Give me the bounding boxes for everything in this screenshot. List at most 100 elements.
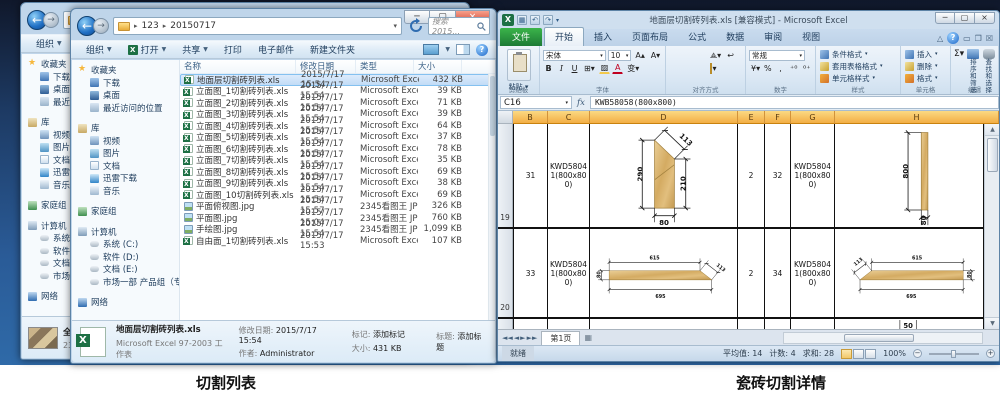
- minimize-ribbon-icon[interactable]: ▭: [963, 34, 971, 43]
- cells-button[interactable]: 删除 ▾: [903, 60, 948, 72]
- help-icon[interactable]: ?: [476, 44, 488, 56]
- preview-pane-icon[interactable]: [456, 44, 470, 55]
- orientation-icon[interactable]: ⟁▾: [708, 50, 723, 61]
- prev-sheet-button[interactable]: ◄: [514, 334, 519, 342]
- next-sheet-button[interactable]: ►: [520, 334, 525, 342]
- cell-b20[interactable]: 33: [513, 229, 548, 317]
- row-header[interactable]: 19: [498, 124, 513, 227]
- cell-d21[interactable]: [590, 319, 738, 329]
- bold-button[interactable]: B: [543, 63, 554, 74]
- scrollbar-thumb[interactable]: [987, 138, 998, 172]
- sidebar-item[interactable]: 视频: [76, 135, 179, 148]
- last-sheet-button[interactable]: ►►: [527, 334, 538, 342]
- cell-g21[interactable]: [791, 319, 835, 329]
- close-button[interactable]: ×: [975, 12, 995, 24]
- row-header[interactable]: 20: [498, 229, 513, 317]
- address-bar[interactable]: ▸ 123 ▸ 20150717 ▾: [113, 17, 402, 35]
- column-header[interactable]: B: [513, 111, 548, 124]
- cell-e21[interactable]: [738, 319, 765, 329]
- toolbar-button[interactable]: X 打印 ▼: [217, 41, 249, 58]
- scroll-down-arrow[interactable]: ▼: [985, 317, 999, 329]
- column-header[interactable]: D: [590, 111, 738, 124]
- column-header[interactable]: C: [548, 111, 590, 124]
- style-button[interactable]: 套用表格格式 ▾: [818, 60, 898, 72]
- forward-button[interactable]: →: [43, 12, 59, 28]
- zoom-in-button[interactable]: +: [986, 349, 995, 358]
- column-header-size[interactable]: 大小: [414, 60, 462, 73]
- excel-logo-icon[interactable]: X: [502, 14, 514, 26]
- increase-decimal-icon[interactable]: ⁺⁰: [788, 63, 799, 74]
- cell-g20[interactable]: KWD58041(800x800): [791, 229, 835, 317]
- style-button[interactable]: 条件格式 ▾: [818, 48, 898, 60]
- first-sheet-button[interactable]: ◄◄: [502, 334, 513, 342]
- ribbon-tab[interactable]: 审阅: [754, 28, 792, 46]
- column-header-name[interactable]: 名称: [180, 60, 296, 73]
- merge-center-icon[interactable]: ▾: [708, 63, 719, 74]
- align-middle-icon[interactable]: [682, 50, 693, 61]
- name-box[interactable]: C16▾: [500, 96, 572, 109]
- shrink-font-button[interactable]: A▾: [649, 50, 662, 61]
- save-icon[interactable]: ▦: [517, 15, 527, 25]
- decrease-decimal-icon[interactable]: ⁰⁺: [801, 63, 812, 74]
- file-list-scrollbar[interactable]: [488, 74, 495, 320]
- align-center-icon[interactable]: [682, 63, 693, 74]
- column-header[interactable]: F: [765, 111, 791, 124]
- border-button[interactable]: ⊞▾: [582, 63, 597, 74]
- breadcrumb-segment[interactable]: 20150717: [170, 21, 216, 31]
- desktop-icon[interactable]: [500, 0, 520, 8]
- cell-c19[interactable]: KWD58041(800x800): [548, 124, 590, 227]
- sidebar-item[interactable]: 迅雷下载: [76, 172, 179, 185]
- comma-icon[interactable]: ,: [775, 63, 786, 74]
- desktop-icon[interactable]: [2, 4, 22, 20]
- sidebar-item[interactable]: 软件 (D:): [76, 251, 179, 264]
- search-input[interactable]: 搜索 2015...: [428, 17, 490, 35]
- row-header[interactable]: [498, 319, 513, 329]
- phonetic-button[interactable]: 变▾: [625, 63, 641, 74]
- toolbar-button[interactable]: X 电子邮件 ▼: [251, 41, 301, 58]
- zoom-slider-knob[interactable]: [951, 350, 956, 358]
- insert-sheet-button[interactable]: ▦: [584, 333, 592, 342]
- fill-color-button[interactable]: ▨: [599, 63, 611, 74]
- align-right-icon[interactable]: [695, 63, 706, 74]
- ribbon-tab[interactable]: 视图: [792, 28, 830, 46]
- sidebar-item[interactable]: 系统 (C:): [76, 238, 179, 251]
- redo-icon[interactable]: ↷: [543, 15, 553, 25]
- address-dropdown-caret[interactable]: ▾: [393, 22, 397, 30]
- cell-f21[interactable]: [765, 319, 791, 329]
- ribbon-tab[interactable]: 数据: [716, 28, 754, 46]
- cell-h21-diagram[interactable]: 50: [835, 319, 984, 329]
- cell-f19[interactable]: 32: [765, 124, 791, 227]
- cell-e19[interactable]: 2: [738, 124, 765, 227]
- sheet-tab[interactable]: 第1页: [541, 331, 580, 345]
- sidebar-item[interactable]: 库: [76, 122, 179, 135]
- column-header[interactable]: H: [835, 111, 999, 124]
- maximize-button[interactable]: ▢: [955, 12, 975, 24]
- sidebar-item[interactable]: 最近访问的位置: [76, 102, 179, 115]
- cell-f20[interactable]: 34: [765, 229, 791, 317]
- sidebar-item[interactable]: 计算机: [76, 226, 179, 239]
- ribbon-tab[interactable]: 页面布局: [622, 28, 678, 46]
- minimize-button[interactable]: ─: [935, 12, 955, 24]
- ribbon-tab[interactable]: 文件: [500, 28, 542, 46]
- ribbon-tab[interactable]: 开始: [544, 27, 584, 46]
- italic-button[interactable]: I: [556, 63, 567, 74]
- qat-dropdown-caret[interactable]: ▾: [556, 17, 559, 24]
- page-break-view-icon[interactable]: [865, 349, 876, 359]
- cell-c20[interactable]: KWD58041(800x800): [548, 229, 590, 317]
- sidebar-item[interactable]: 图片: [76, 147, 179, 160]
- undo-icon[interactable]: ↶: [530, 15, 540, 25]
- column-header-type[interactable]: 类型: [356, 60, 414, 73]
- horizontal-scrollbar[interactable]: [783, 332, 983, 344]
- breadcrumb-segment[interactable]: 123: [142, 21, 159, 31]
- percent-icon[interactable]: %: [762, 63, 773, 74]
- details-tags[interactable]: 添加标记: [373, 330, 405, 339]
- toolbar-button[interactable]: X 新建文件夹 ▼: [303, 41, 362, 58]
- normal-view-icon[interactable]: [841, 349, 852, 359]
- font-size-combo[interactable]: 10▾: [608, 50, 632, 61]
- sidebar-item[interactable]: 文档 (E:): [76, 263, 179, 276]
- upload-icon[interactable]: △: [937, 34, 943, 43]
- align-left-icon[interactable]: [669, 63, 680, 74]
- font-color-button[interactable]: A: [612, 63, 623, 74]
- accounting-format-icon[interactable]: ¥▾: [749, 63, 760, 74]
- zoom-out-button[interactable]: −: [913, 349, 922, 358]
